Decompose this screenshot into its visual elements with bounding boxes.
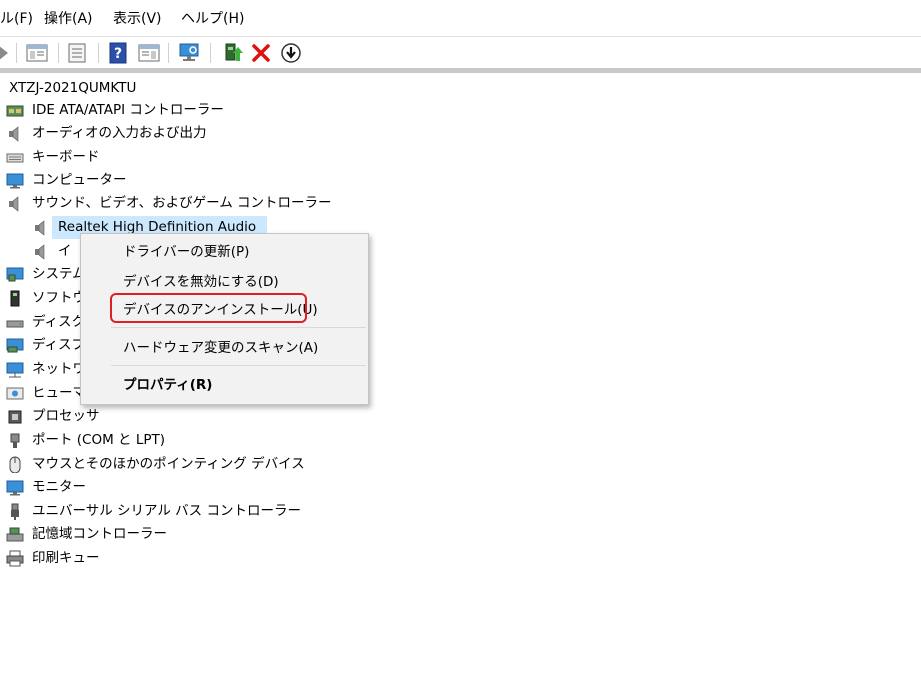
storage-controller-icon [6,527,24,542]
menu-item-scan-hardware[interactable]: ハードウェア変更のスキャン(A) [123,336,318,360]
tree-item-label: キーボード [32,149,100,165]
printer-icon [6,550,24,567]
mouse-icon [9,456,21,473]
tree-item-label: コンピューター [32,172,127,188]
menu-help[interactable]: ヘルプ(H) [181,9,244,29]
keyboard-icon [6,153,24,163]
disk-icon [6,320,24,328]
tree-item-label: ディスク [32,314,86,330]
tree-item-label: 印刷キュー [32,550,100,566]
properties-icon[interactable] [65,41,89,65]
computer-icon [6,173,24,189]
svg-text:?: ? [114,46,122,62]
scan-hardware-icon[interactable] [177,41,201,65]
menu-action[interactable]: 操作(A) [44,9,93,29]
help-icon[interactable]: ? [107,41,131,65]
tree-item-label: 記憶域コントローラー [32,526,167,542]
download-icon[interactable] [279,41,303,65]
tree-item-label: マウスとそのほかのポインティング デバイス [32,456,305,472]
console-tree-icon[interactable] [25,41,49,65]
toolbar-separator [210,43,211,63]
menu-divider [111,365,366,366]
toolbar-separator [16,43,17,63]
speaker-icon [9,196,19,212]
software-icon [10,290,20,307]
monitor-icon [6,480,24,496]
menu-item-properties[interactable]: プロパティ(R) [123,373,212,397]
uninstall-icon[interactable] [249,41,273,65]
menu-item-disable-device[interactable]: デバイスを無効にする(D) [123,270,279,294]
menu-bar: ル(F) 操作(A) 表示(V) ヘルプ(H) [0,0,921,36]
tree-item-label: ヒューマ [32,385,86,401]
tree-item-label: プロセッサ [32,408,100,424]
tree-item-label: イ [58,243,72,259]
tree-item-label: ユニバーサル シリアル バス コントローラー [32,503,301,519]
tree-item-label: サウンド、ビデオ、およびゲーム コントローラー [32,195,332,211]
menu-item-update-driver[interactable]: ドライバーの更新(P) [123,240,249,264]
toolbar-separator [168,43,169,63]
hid-icon [6,387,24,400]
tree-item-label: モニター [32,479,86,495]
tree-root-computer[interactable]: XTZJ-2021QUMKTU [9,77,136,99]
toolbar-separator [58,43,59,63]
system-icon [6,267,24,282]
speaker-icon [35,220,45,236]
toolbar-separator [98,43,99,63]
tree-item-label: ポート (COM と LPT) [32,432,166,448]
network-icon [6,362,24,378]
toolbar-border [0,68,921,73]
ide-controller-icon [6,105,24,117]
tree-item-label: ソフトウ [32,290,86,306]
action-pane-icon[interactable] [137,41,161,65]
processor-icon [8,410,22,424]
tree-item-label: オーディオの入力および出力 [32,125,207,141]
speaker-icon [35,244,45,260]
tree-item-label: ネットワ [32,361,86,377]
speaker-icon [9,126,19,142]
update-driver-icon[interactable] [220,41,244,65]
usb-icon [11,503,19,520]
menu-divider [111,327,366,328]
menu-view[interactable]: 表示(V) [113,9,162,29]
annotation-highlight-box [110,293,307,323]
tree-item-label: ディスプ [32,337,86,353]
toolbar: ? [0,37,921,68]
menu-file[interactable]: ル(F) [0,9,33,29]
display-adapter-icon [6,338,24,353]
tree-item-label: IDE ATA/ATAPI コントローラー [32,102,224,118]
tree-item-label: システム [32,266,86,282]
port-icon [10,433,20,448]
